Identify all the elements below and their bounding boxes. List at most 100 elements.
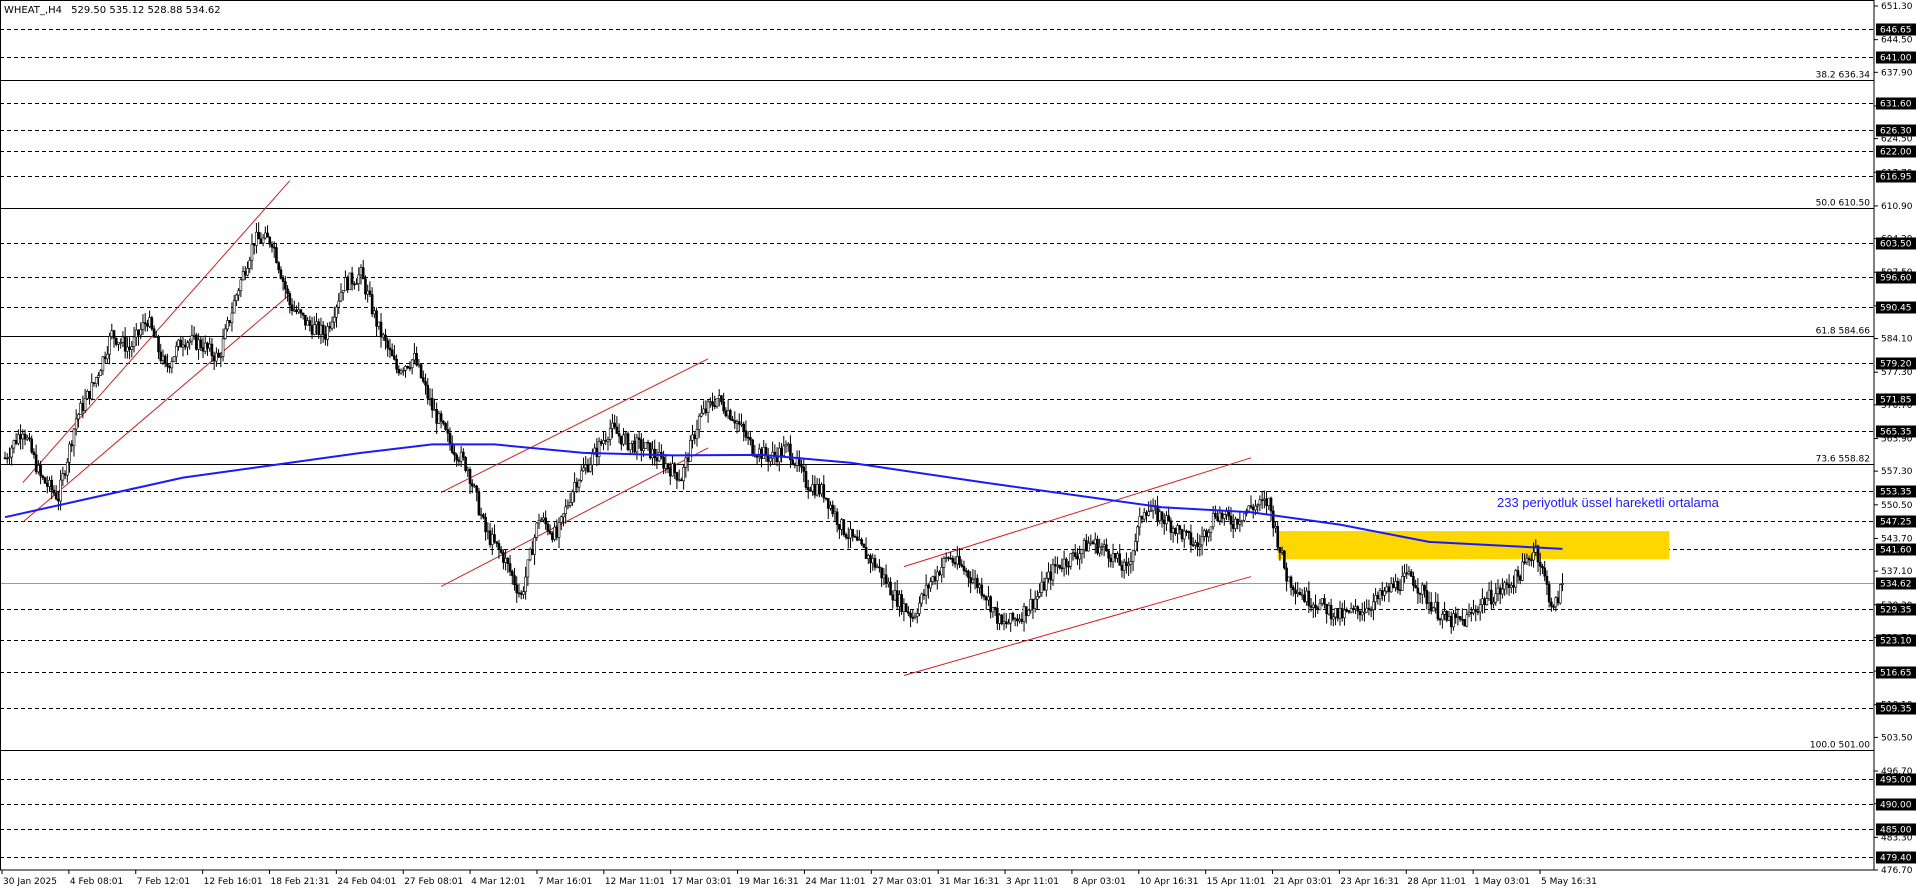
candle-body xyxy=(915,613,919,617)
candle-body xyxy=(442,420,445,424)
candle-body xyxy=(911,616,915,619)
candle-body xyxy=(268,236,272,245)
candle-body xyxy=(537,520,541,524)
candle-body xyxy=(996,607,999,624)
candle-body xyxy=(34,454,38,473)
candle-body xyxy=(1274,526,1277,529)
candle-body xyxy=(620,435,623,445)
candle-body xyxy=(1285,567,1288,582)
candle-body xyxy=(1380,590,1384,596)
candle-body xyxy=(1343,609,1346,619)
candle-body xyxy=(497,543,501,550)
candle-body xyxy=(479,514,483,516)
candlesticks xyxy=(3,222,1564,634)
candle-body xyxy=(991,607,995,613)
candle-body xyxy=(146,323,149,327)
candle-body xyxy=(1156,505,1159,521)
candle-body xyxy=(1323,598,1326,605)
candle-body xyxy=(813,484,817,496)
candle-body xyxy=(112,330,116,339)
candle-body xyxy=(168,366,171,369)
candle-body xyxy=(1178,525,1182,530)
candle-body xyxy=(1004,621,1008,625)
candle-body xyxy=(1423,584,1426,591)
candle-body xyxy=(720,395,723,403)
price-chart[interactable]: 38.2 636.34 50.0 610.50 61.8 584.66 73.6 55… xyxy=(0,0,1916,888)
candle-body xyxy=(5,457,9,460)
candle-body xyxy=(508,563,512,572)
x-tick-label: 4 Mar 12:01 xyxy=(471,877,525,887)
candle-body xyxy=(361,267,365,280)
candle-body xyxy=(1118,553,1122,566)
x-tick-label: 28 Apr 11:01 xyxy=(1407,877,1466,887)
y-tick-label: 550.50 xyxy=(1881,501,1913,511)
level-label: 631.60 xyxy=(1880,100,1912,110)
candle-body xyxy=(1429,601,1433,612)
candle-body xyxy=(368,290,372,295)
candle-body xyxy=(938,571,941,576)
candle-body xyxy=(426,384,430,399)
level-label: 547.25 xyxy=(1880,518,1912,528)
candle-body xyxy=(59,479,62,502)
candle-body xyxy=(711,401,714,406)
candle-body xyxy=(473,485,476,488)
candle-body xyxy=(780,447,783,456)
candle-body xyxy=(976,578,979,588)
candle-body xyxy=(1349,608,1353,613)
candle-body xyxy=(264,232,267,239)
candle-body xyxy=(597,441,601,457)
candle-body xyxy=(139,329,143,336)
trend-channels xyxy=(22,180,1252,677)
candle-body xyxy=(241,271,245,281)
candle-body xyxy=(644,442,648,449)
candle-body xyxy=(32,451,36,456)
candle-body xyxy=(433,409,436,411)
candle-body xyxy=(740,423,743,426)
candle-body xyxy=(1427,601,1431,604)
candle-body xyxy=(70,443,74,447)
candle-body xyxy=(613,422,616,428)
candle-body xyxy=(206,342,209,349)
candle-body xyxy=(1053,564,1057,567)
candle-body xyxy=(831,504,835,515)
candle-body xyxy=(604,440,608,442)
candle-body xyxy=(700,412,703,417)
candle-body xyxy=(1354,606,1357,610)
candle-body xyxy=(1251,506,1255,511)
candle-body xyxy=(1116,553,1119,559)
candle-body xyxy=(1122,561,1126,571)
candle-body xyxy=(330,321,334,329)
candle-body xyxy=(417,364,421,367)
candle-body xyxy=(163,355,167,364)
candle-body xyxy=(239,279,243,292)
candle-body xyxy=(909,612,912,618)
candle-body xyxy=(295,309,298,313)
candle-body xyxy=(742,423,746,431)
candle-body xyxy=(677,479,681,482)
candle-body xyxy=(106,353,109,360)
candle-body xyxy=(1452,613,1455,628)
candle-body xyxy=(1098,546,1101,554)
candle-body xyxy=(161,355,165,361)
candle-body xyxy=(546,523,550,532)
x-tick-label: 27 Feb 08:01 xyxy=(404,877,463,887)
candle-body xyxy=(955,556,959,565)
y-tick-label: 537.10 xyxy=(1881,567,1913,577)
candle-body xyxy=(332,316,336,323)
candle-body xyxy=(1291,587,1295,591)
y-tick-label: 503.50 xyxy=(1881,733,1913,743)
candle-body xyxy=(1040,581,1044,593)
x-tick-label: 18 Feb 21:31 xyxy=(270,877,329,887)
candle-body xyxy=(1058,564,1061,569)
candle-body xyxy=(586,464,590,472)
candle-body xyxy=(270,243,274,248)
candle-body xyxy=(1441,613,1444,621)
candle-body xyxy=(52,489,56,494)
candle-body xyxy=(1561,583,1564,585)
candle-body xyxy=(548,530,552,534)
candle-body xyxy=(230,312,234,323)
candle-body xyxy=(635,437,639,453)
candle-body xyxy=(462,451,465,458)
candle-body xyxy=(566,505,570,508)
candle-body xyxy=(1305,590,1308,602)
